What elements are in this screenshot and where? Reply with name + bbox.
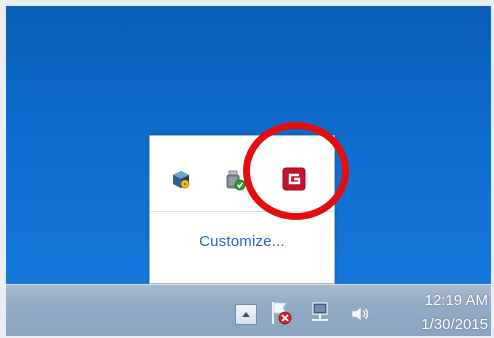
clock-date: 1/30/2015 [421,316,488,333]
taskbar-clock[interactable]: 12:19 AM 1/30/2015 [394,291,488,335]
clock-time: 12:19 AM [424,292,488,309]
chevron-up-icon [242,312,250,317]
virtualbox-icon[interactable] [170,169,192,191]
action-center-flag-icon[interactable] [268,299,294,327]
overflow-icons-row [150,136,334,211]
notification-overflow-popup: Customize... [149,135,335,284]
screen: Customize... 12:19 AM 1/30/2015 [6,6,491,336]
customize-link[interactable]: Customize... [150,233,334,250]
show-hidden-icons-button[interactable] [235,304,257,325]
volume-icon[interactable] [349,303,371,325]
g-app-icon[interactable] [282,167,306,191]
popup-divider [150,211,334,212]
network-icon[interactable] [308,300,332,326]
usb-device-icon[interactable] [224,169,246,191]
